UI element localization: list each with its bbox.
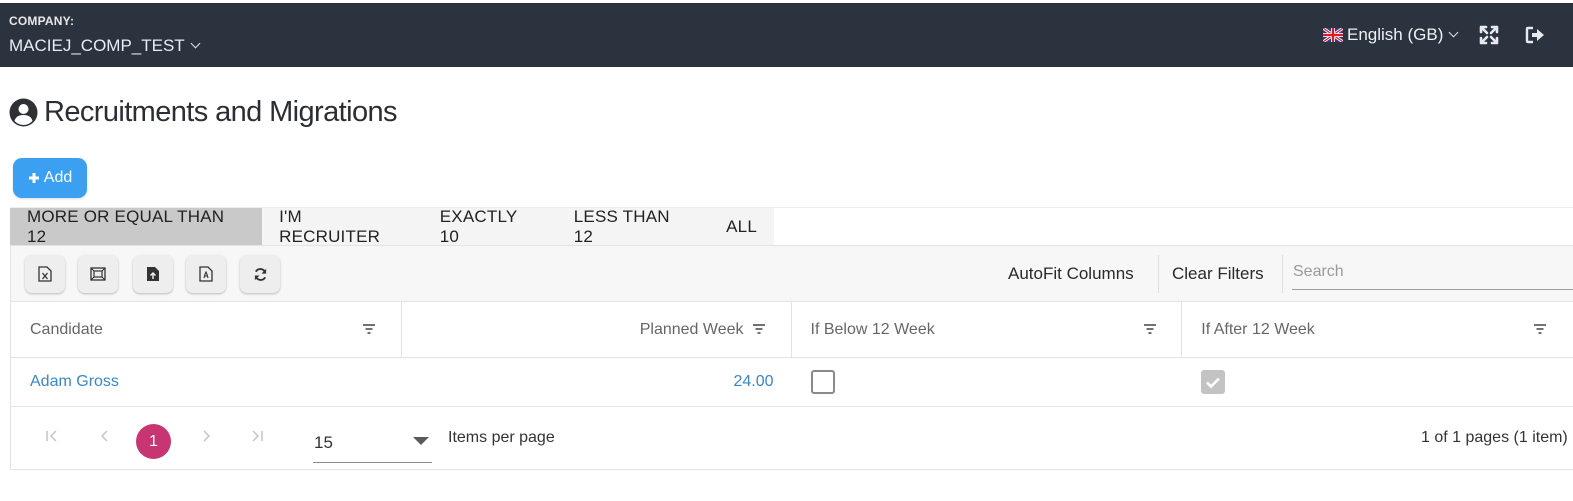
pagination: 1 15 Items per page 1 of 1 pages (1 item…	[11, 407, 1573, 470]
export-image-icon	[90, 267, 106, 281]
company-selector[interactable]: MACIEJ_COMP_TEST	[9, 36, 201, 56]
filter-tabs: MORE OR EQUAL THAN 12 I'M RECRUITER EXAC…	[10, 207, 1573, 246]
page-title-text: Recruitments and Migrations	[44, 96, 398, 128]
items-per-page-label: Items per page	[448, 429, 555, 446]
company-name: MACIEJ_COMP_TEST	[9, 36, 185, 55]
column-header-if-after-12-week[interactable]: If After 12 Week	[1182, 302, 1573, 357]
fullscreen-icon[interactable]	[1478, 24, 1500, 46]
toolbar-divider	[1158, 255, 1159, 293]
filter-icon[interactable]	[752, 323, 766, 335]
user-circle-icon	[9, 98, 38, 127]
export-pdf-icon	[199, 266, 213, 282]
export-pdf-button[interactable]	[186, 255, 226, 293]
import-file-icon	[147, 267, 159, 281]
table-row[interactable]: Adam Gross 24.00	[11, 358, 1573, 407]
tab-more-or-equal-than-12[interactable]: MORE OR EQUAL THAN 12	[10, 207, 263, 246]
if-after-12-week-checkbox[interactable]	[1201, 370, 1226, 394]
data-grid: AutoFit Columns Clear Filters Candidate …	[10, 245, 1573, 470]
filter-icon[interactable]	[1533, 323, 1547, 335]
export-excel-button[interactable]	[25, 255, 65, 293]
previous-page-icon[interactable]	[98, 429, 112, 443]
language-selector[interactable]: English (GB)	[1323, 25, 1459, 45]
tab-less-than-12[interactable]: LESS THAN 12	[557, 207, 709, 246]
page-number-current[interactable]: 1	[136, 424, 171, 459]
page-size-value: 15	[314, 433, 333, 452]
tab-all[interactable]: ALL	[709, 208, 774, 245]
export-excel-icon	[38, 266, 52, 282]
pages-info: 1 of 1 pages (1 item)	[1421, 429, 1568, 446]
first-page-icon[interactable]	[45, 429, 59, 443]
logout-icon[interactable]	[1524, 24, 1546, 46]
cell-candidate: Adam Gross	[11, 358, 402, 406]
chevron-down-icon	[1448, 27, 1459, 38]
chevron-down-icon	[190, 38, 201, 49]
add-button-label: Add	[43, 169, 73, 186]
search-input[interactable]	[1292, 254, 1573, 290]
column-label: Planned Week	[639, 320, 744, 338]
page-size-select[interactable]: 15	[313, 421, 432, 463]
column-label: If Below 12 Week	[810, 320, 935, 338]
last-page-icon[interactable]	[250, 429, 264, 443]
add-button[interactable]: Add	[13, 158, 87, 198]
page-title: Recruitments and Migrations	[9, 96, 398, 129]
filter-icon[interactable]	[1143, 323, 1157, 335]
table-header: Candidate Planned Week If Below 12 Week …	[11, 302, 1573, 358]
column-label: If After 12 Week	[1201, 320, 1315, 338]
tab-im-recruiter[interactable]: I'M RECRUITER	[262, 207, 423, 246]
column-label: Candidate	[30, 320, 103, 338]
cell-if-below-12-week	[792, 358, 1183, 406]
tab-exactly-10[interactable]: EXACTLY 10	[423, 207, 557, 246]
column-header-planned-week[interactable]: Planned Week	[402, 302, 792, 357]
candidate-link[interactable]: Adam Gross	[30, 373, 119, 391]
plus-icon	[28, 173, 39, 183]
column-header-if-below-12-week[interactable]: If Below 12 Week	[792, 302, 1183, 357]
export-image-button[interactable]	[78, 255, 118, 293]
autofit-columns-button[interactable]: AutoFit Columns	[1008, 264, 1134, 284]
dropdown-arrow-icon	[413, 437, 429, 445]
column-header-candidate[interactable]: Candidate	[11, 302, 402, 357]
grid-toolbar: AutoFit Columns Clear Filters	[11, 246, 1573, 302]
if-below-12-week-checkbox[interactable]	[810, 370, 835, 394]
top-bar: COMPANY: MACIEJ_COMP_TEST English (GB)	[0, 3, 1573, 67]
refresh-icon	[254, 267, 266, 281]
company-label: COMPANY:	[9, 14, 75, 28]
import-file-button[interactable]	[133, 255, 173, 293]
language-label: English (GB)	[1347, 25, 1444, 44]
checkmark-icon	[1206, 377, 1221, 388]
cell-if-after-12-week	[1182, 358, 1573, 406]
filter-icon[interactable]	[362, 323, 376, 335]
clear-filters-button[interactable]: Clear Filters	[1172, 264, 1264, 284]
refresh-button[interactable]	[240, 255, 280, 293]
toolbar-divider	[1282, 255, 1283, 293]
uk-flag-icon	[1323, 28, 1343, 42]
next-page-icon[interactable]	[199, 429, 213, 443]
cell-planned-week: 24.00	[733, 373, 774, 390]
